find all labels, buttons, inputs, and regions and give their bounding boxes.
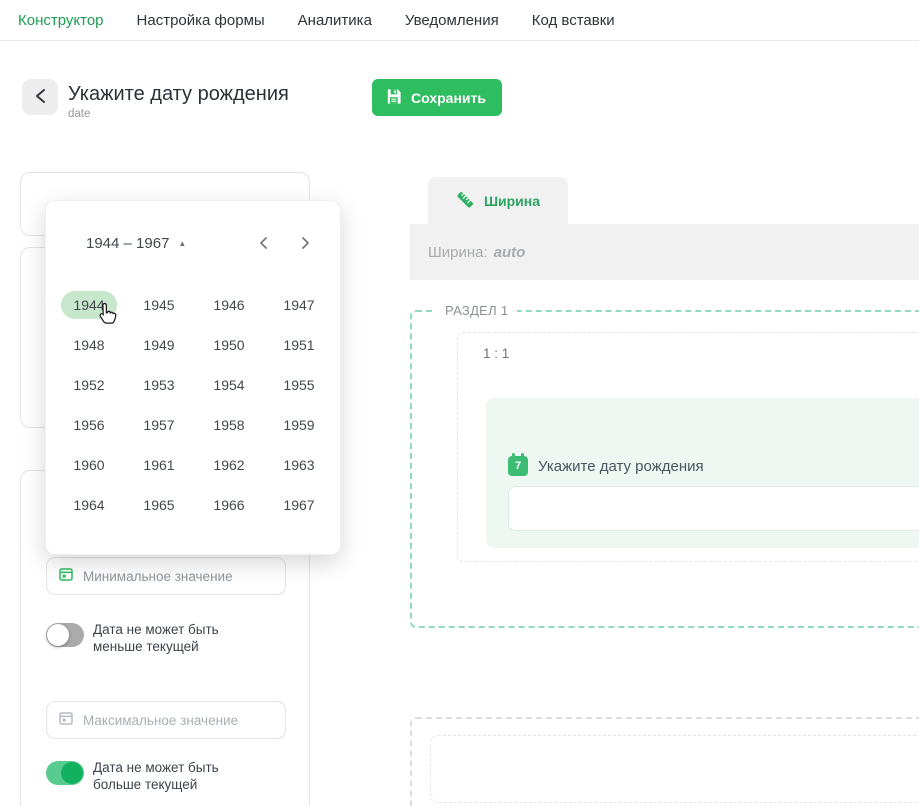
back-button[interactable] — [22, 79, 58, 115]
year-cell[interactable]: 1947 — [271, 291, 326, 319]
year-cell[interactable]: 1966 — [201, 491, 256, 519]
year-cell[interactable]: 1946 — [201, 291, 256, 319]
field-label: Укажите дату рождения — [538, 458, 704, 475]
column-container: 1 : 1 7 Укажите дату рождения — [457, 332, 919, 562]
year-cell[interactable]: 1955 — [271, 371, 326, 399]
year-cell[interactable]: 1962 — [201, 451, 256, 479]
empty-drop-slot — [430, 735, 919, 803]
chevron-left-icon — [35, 88, 46, 107]
page-title-block: Укажите дату рождения date — [68, 82, 289, 120]
year-cell[interactable]: 1967 — [271, 491, 326, 519]
cursor-pointer-icon — [96, 302, 119, 332]
column-ratio-label: 1 : 1 — [483, 346, 509, 361]
tab-width-label: Ширина — [484, 193, 540, 209]
nav-tab-notifications[interactable]: Уведомления — [405, 12, 499, 29]
year-cell[interactable]: 1963 — [271, 451, 326, 479]
max-value-input[interactable] — [83, 713, 274, 728]
toggle-not-greater-label: Дата не может быть больше текущей — [93, 759, 219, 793]
year-cell[interactable]: 1954 — [201, 371, 256, 399]
date-field-card[interactable]: 7 Укажите дату рождения — [486, 398, 919, 548]
prev-range-button[interactable] — [257, 236, 271, 250]
year-cell[interactable]: 1958 — [201, 411, 256, 439]
calendar-icon — [58, 566, 74, 587]
year-picker-popup: 1944 – 1967 ▲ 19441945194619471948194919… — [45, 200, 341, 555]
min-value-input[interactable] — [83, 569, 274, 584]
year-cell[interactable]: 1957 — [131, 411, 186, 439]
ruler-icon — [456, 190, 475, 212]
date-input-preview[interactable] — [508, 486, 919, 531]
save-button[interactable]: Сохранить — [372, 79, 502, 116]
width-label: Ширина: — [428, 244, 488, 261]
page-title: Укажите дату рождения — [68, 82, 289, 106]
year-cell[interactable]: 1952 — [61, 371, 116, 399]
toggle-not-less-label: Дата не может быть меньше текущей — [93, 621, 219, 655]
canvas-section-1: РАЗДЕЛ 1 1 : 1 7 Укажите дату рождения — [410, 310, 919, 628]
save-floppy-icon — [385, 88, 402, 108]
year-cell[interactable]: 1951 — [271, 331, 326, 359]
year-cell[interactable]: 1945 — [131, 291, 186, 319]
calendar-icon — [58, 710, 74, 731]
toggle-not-less-than-today[interactable] — [46, 623, 84, 647]
nav-tab-embed-code[interactable]: Код вставки — [532, 12, 615, 29]
year-cell[interactable]: 1961 — [131, 451, 186, 479]
year-range-toggle[interactable]: 1944 – 1967 ▲ — [86, 235, 186, 252]
nav-tab-analytics[interactable]: Аналитика — [298, 12, 372, 29]
section-title: РАЗДЕЛ 1 — [436, 303, 517, 318]
year-cell[interactable]: 1948 — [61, 331, 116, 359]
collapse-arrow-icon: ▲ — [178, 239, 186, 248]
year-cell[interactable]: 1953 — [131, 371, 186, 399]
width-status-bar: Ширина: auto — [410, 224, 919, 280]
year-cell[interactable]: 1960 — [61, 451, 116, 479]
max-value-field[interactable] — [46, 701, 286, 739]
year-cell[interactable]: 1965 — [131, 491, 186, 519]
canvas-section-2 — [410, 717, 919, 806]
year-cell[interactable]: 1959 — [271, 411, 326, 439]
toggle-not-greater-than-today[interactable] — [46, 761, 84, 785]
nav-tab-form-settings[interactable]: Настройка формы — [137, 12, 265, 29]
width-value: auto — [494, 244, 526, 261]
year-range-label: 1944 – 1967 — [86, 235, 169, 252]
year-picker-nav — [257, 236, 312, 250]
top-nav: Конструктор Настройка формы Аналитика Ув… — [0, 0, 919, 41]
save-button-label: Сохранить — [411, 90, 486, 106]
year-picker-header: 1944 – 1967 ▲ — [46, 201, 340, 285]
next-range-button[interactable] — [298, 236, 312, 250]
year-cell[interactable]: 1964 — [61, 491, 116, 519]
year-cell[interactable]: 1956 — [61, 411, 116, 439]
calendar-day-icon: 7 — [508, 456, 528, 476]
min-value-field[interactable] — [46, 557, 286, 595]
year-cell[interactable]: 1950 — [201, 331, 256, 359]
year-cell[interactable]: 1949 — [131, 331, 186, 359]
nav-tab-constructor[interactable]: Конструктор — [18, 12, 104, 29]
form-builder-screen: Конструктор Настройка формы Аналитика Ув… — [0, 0, 919, 806]
tab-width[interactable]: Ширина — [428, 177, 568, 224]
page-subtitle: date — [68, 108, 289, 120]
